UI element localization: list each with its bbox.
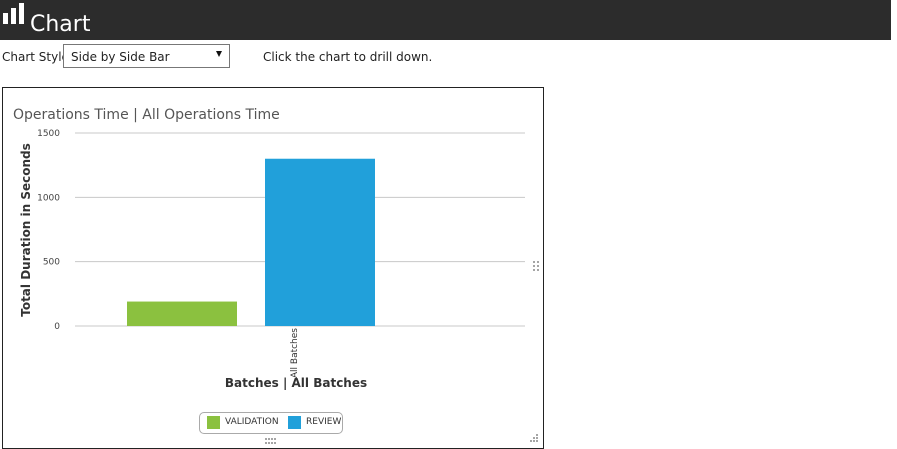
bar-chart-icon [3,3,24,24]
legend-item-review[interactable]: REVIEW [306,417,341,427]
y-tick-label: 0 [54,322,60,332]
bar-review[interactable] [265,158,375,326]
x-tick-label: All Batches [290,328,300,378]
chart-title: Operations Time | All Operations Time [13,107,280,123]
y-tick-label: 1500 [37,129,60,139]
x-axis-label: Batches | All Batches [225,376,367,390]
chart-canvas[interactable]: 0 500 1000 1500 All BatchesBatches | All Bat… [3,88,543,448]
y-axis-label: Total Duration in Seconds [19,143,33,317]
legend-swatch-review[interactable] [288,416,301,429]
resize-grip-icon[interactable] [264,437,278,445]
y-tick-label: 500 [43,258,60,268]
chart-panel[interactable]: 0 500 1000 1500 All Batches Batches | All Bat… [2,87,544,449]
corner-resize-icon[interactable] [530,433,539,442]
bar-validation[interactable] [127,301,237,326]
y-tick-label: 1000 [37,193,60,203]
app-title: Chart [30,12,91,37]
chart-style-select[interactable]: Side by Side Bar [63,44,230,68]
chart-style-value: Side by Side Bar [71,50,170,64]
legend-swatch-validation[interactable] [207,416,220,429]
app-header: Chart [0,0,891,40]
drill-down-hint: Click the chart to drill down. [263,50,433,64]
resize-grip-icon[interactable] [532,260,540,272]
chevron-down-icon [216,51,222,57]
legend-item-validation[interactable]: VALIDATION [225,417,279,427]
chart-legend: VALIDATION REVIEW [199,412,343,434]
